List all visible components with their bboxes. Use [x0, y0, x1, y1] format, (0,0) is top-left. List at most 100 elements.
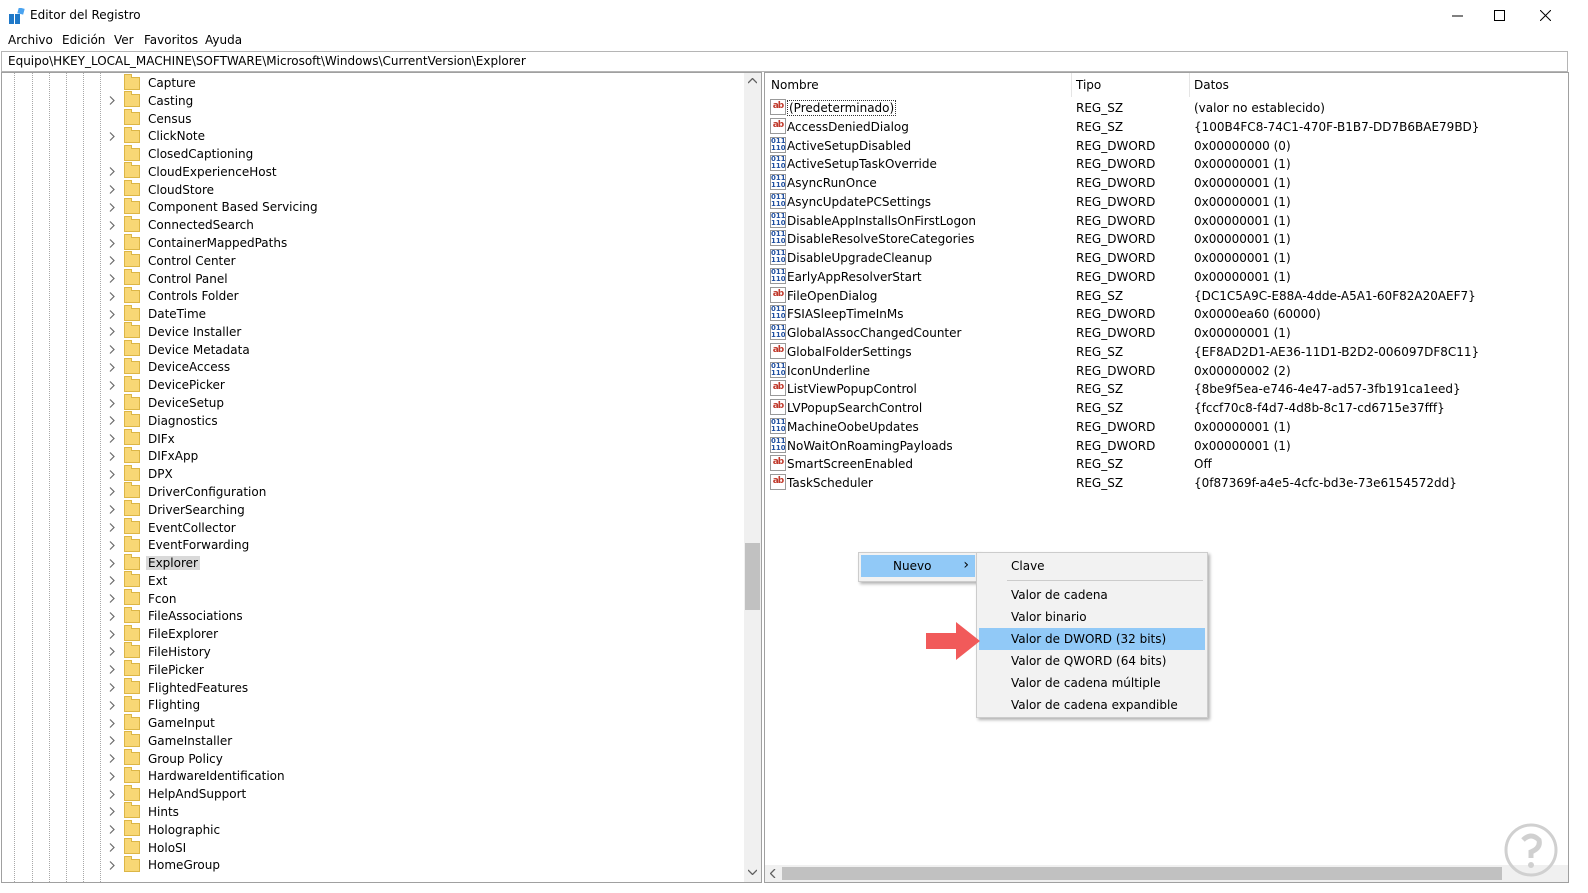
- submenu-item-valor-cadena-multiple[interactable]: Valor de cadena múltiple: [979, 672, 1205, 694]
- expand-chevron-icon[interactable]: [105, 485, 119, 499]
- expand-chevron-icon[interactable]: [105, 805, 119, 819]
- expand-chevron-icon[interactable]: [105, 129, 119, 143]
- tree-item[interactable]: Holographic: [105, 820, 222, 839]
- expand-chevron-icon[interactable]: [105, 183, 119, 197]
- tree-item[interactable]: FileExplorer: [105, 624, 220, 643]
- table-row[interactable]: 011 110 GlobalAssocChangedCounter REG_DWOR…: [765, 323, 1568, 342]
- expand-chevron-icon[interactable]: [105, 254, 119, 268]
- expand-chevron-icon[interactable]: [105, 236, 119, 250]
- tree-item[interactable]: HomeGroup: [105, 855, 222, 874]
- table-row[interactable]: ab GlobalFolderSettings REG_SZ {EF8AD2D1-AE…: [765, 342, 1568, 361]
- column-separator[interactable]: [1071, 73, 1072, 97]
- tree-item[interactable]: Flighting: [105, 695, 202, 714]
- scroll-left-icon[interactable]: [770, 869, 776, 878]
- key-tree-pane[interactable]: Capture Casting Census ClickNote ClosedCapti…: [1, 72, 762, 883]
- close-button[interactable]: [1522, 0, 1568, 31]
- expand-chevron-icon[interactable]: [105, 627, 119, 641]
- tree-item[interactable]: GameInstaller: [105, 731, 234, 750]
- minimize-button[interactable]: [1434, 0, 1480, 31]
- tree-item[interactable]: ContainerMappedPaths: [105, 233, 289, 252]
- table-row[interactable]: ab FileOpenDialog REG_SZ {DC1C5A9C-E88A-4dd…: [765, 286, 1568, 305]
- expand-chevron-icon[interactable]: [105, 165, 119, 179]
- table-row[interactable]: 011 110 AsyncUpdatePCSettings REG_DWORD 0x0…: [765, 192, 1568, 211]
- expand-chevron-icon[interactable]: [105, 716, 119, 730]
- expand-chevron-icon[interactable]: [105, 858, 119, 872]
- expand-chevron-icon[interactable]: [105, 503, 119, 517]
- values-list-pane[interactable]: Nombre Tipo Datos ab (Predeterminado) REG_…: [764, 72, 1569, 883]
- menu-favoritos[interactable]: Favoritos: [144, 33, 198, 47]
- expand-chevron-icon[interactable]: [105, 592, 119, 606]
- expand-chevron-icon[interactable]: [105, 94, 119, 108]
- expand-chevron-icon[interactable]: [105, 449, 119, 463]
- menu-ayuda[interactable]: Ayuda: [205, 33, 242, 47]
- expand-chevron-icon[interactable]: [105, 734, 119, 748]
- expand-chevron-icon[interactable]: [105, 360, 119, 374]
- tree-item[interactable]: DateTime: [105, 304, 208, 323]
- expand-chevron-icon[interactable]: [105, 289, 119, 303]
- tree-item[interactable]: Ext: [105, 571, 169, 590]
- expand-chevron-icon[interactable]: [105, 645, 119, 659]
- menu-ver[interactable]: Ver: [114, 33, 134, 47]
- submenu-item-valor-cadena[interactable]: Valor de cadena: [979, 584, 1205, 606]
- expand-chevron-icon[interactable]: [105, 609, 119, 623]
- tree-vertical-scrollbar[interactable]: [744, 73, 761, 882]
- table-row[interactable]: 011 110 ActiveSetupDisabled REG_DWORD 0x000…: [765, 136, 1568, 155]
- table-row[interactable]: ab TaskScheduler REG_SZ {0f87369f-a4e5-4cfc…: [765, 473, 1568, 492]
- tree-item[interactable]: DriverSearching: [105, 500, 247, 519]
- submenu-item-valor-dword[interactable]: Valor de DWORD (32 bits): [979, 628, 1205, 650]
- expand-chevron-icon[interactable]: [105, 663, 119, 677]
- tree-item[interactable]: Control Panel: [105, 269, 230, 288]
- values-horizontal-scrollbar[interactable]: [765, 865, 1568, 882]
- tree-item[interactable]: DeviceAccess: [105, 357, 232, 376]
- table-row[interactable]: 011 110 DisableAppInstallsOnFirstLogon REG…: [765, 211, 1568, 230]
- column-header-type[interactable]: Tipo: [1076, 73, 1101, 97]
- expand-chevron-icon[interactable]: [105, 432, 119, 446]
- table-row[interactable]: 011 110 IconUnderline REG_DWORD 0x00000002 …: [765, 361, 1568, 380]
- expand-chevron-icon[interactable]: [105, 538, 119, 552]
- table-row[interactable]: 011 110 DisableUpgradeCleanup REG_DWORD 0x0…: [765, 248, 1568, 267]
- expand-chevron-icon[interactable]: [105, 343, 119, 357]
- expand-chevron-icon[interactable]: [105, 200, 119, 214]
- table-row[interactable]: 011 110 NoWaitOnRoamingPayloads REG_DWORD 0…: [765, 436, 1568, 455]
- tree-item[interactable]: Capture: [105, 73, 198, 92]
- tree-item[interactable]: Census: [105, 109, 193, 128]
- expand-chevron-icon[interactable]: [105, 769, 119, 783]
- address-bar[interactable]: Equipo\HKEY_LOCAL_MACHINE\SOFTWARE\Micro…: [1, 51, 1568, 72]
- scroll-up-icon[interactable]: [748, 78, 757, 84]
- tree-item[interactable]: FileHistory: [105, 642, 213, 661]
- expand-chevron-icon[interactable]: [105, 414, 119, 428]
- expand-chevron-icon[interactable]: [105, 325, 119, 339]
- table-row[interactable]: ab LVPopupSearchControl REG_SZ {fccf70c8-f4…: [765, 398, 1568, 417]
- tree-item[interactable]: EventCollector: [105, 518, 238, 537]
- tree-item[interactable]: EventForwarding: [105, 535, 251, 554]
- tree-item[interactable]: FileAssociations: [105, 606, 245, 625]
- table-row[interactable]: ab ListViewPopupControl REG_SZ {8be9f5ea-e7…: [765, 379, 1568, 398]
- expand-chevron-icon[interactable]: [105, 396, 119, 410]
- tree-item[interactable]: Explorer: [105, 553, 200, 572]
- tree-item[interactable]: Device Metadata: [105, 340, 252, 359]
- submenu-item-valor-binario[interactable]: Valor binario: [979, 606, 1205, 628]
- expand-chevron-icon[interactable]: [105, 787, 119, 801]
- table-row[interactable]: 011 110 AsyncRunOnce REG_DWORD 0x00000001 (…: [765, 173, 1568, 192]
- tree-item[interactable]: GameInput: [105, 713, 217, 732]
- tree-item[interactable]: HelpAndSupport: [105, 784, 248, 803]
- tree-item[interactable]: HardwareIdentification: [105, 766, 287, 785]
- tree-item[interactable]: Hints: [105, 802, 181, 821]
- tree-item[interactable]: Component Based Servicing: [105, 197, 320, 216]
- tree-item[interactable]: ClosedCaptioning: [105, 144, 255, 163]
- tree-item[interactable]: Controls Folder: [105, 286, 241, 305]
- table-row[interactable]: 011 110 FSIASleepTimeInMs REG_DWORD 0x0000e…: [765, 304, 1568, 323]
- tree-item[interactable]: DPX: [105, 464, 175, 483]
- tree-item[interactable]: FilePicker: [105, 660, 206, 679]
- tree-item[interactable]: DIFxApp: [105, 446, 200, 465]
- tree-item[interactable]: Group Policy: [105, 749, 225, 768]
- tree-item[interactable]: ConnectedSearch: [105, 215, 256, 234]
- expand-chevron-icon[interactable]: [105, 681, 119, 695]
- expand-chevron-icon[interactable]: [105, 574, 119, 588]
- table-row[interactable]: 011 110 MachineOobeUpdates REG_DWORD 0x0000…: [765, 417, 1568, 436]
- tree-item[interactable]: Casting: [105, 91, 195, 110]
- tree-scroll-thumb[interactable]: [745, 543, 760, 610]
- tree-item[interactable]: Diagnostics: [105, 411, 220, 430]
- tree-item[interactable]: DeviceSetup: [105, 393, 226, 412]
- menu-edicion[interactable]: Edición: [62, 33, 105, 47]
